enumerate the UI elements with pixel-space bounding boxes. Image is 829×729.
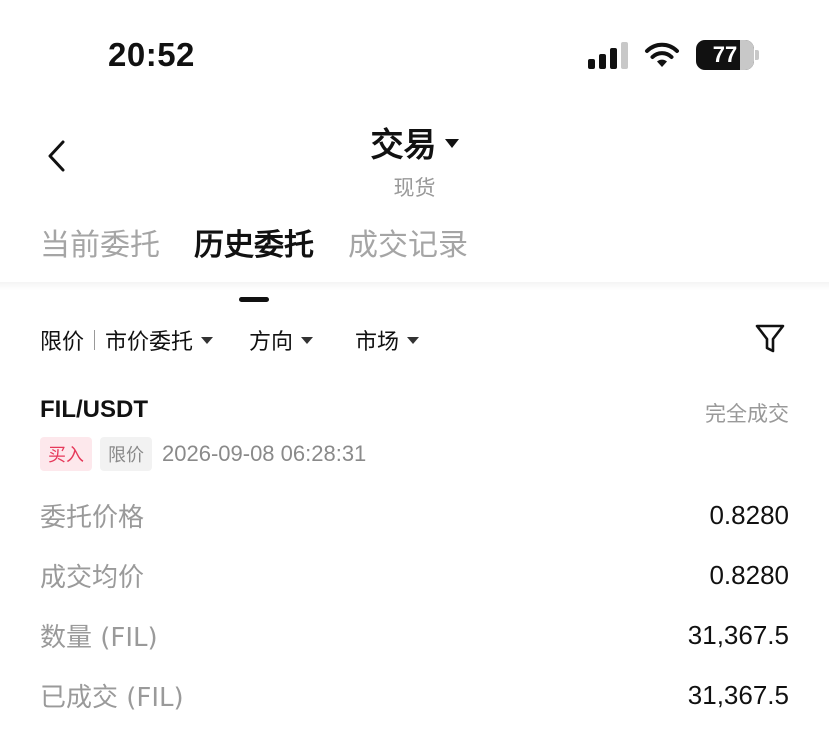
order-type-badge: 限价 — [100, 437, 152, 471]
order-pair[interactable]: FIL/USDT — [40, 396, 148, 424]
filter-divider — [94, 330, 96, 350]
detail-row-order-price: 委托价格 0.8280 — [40, 497, 789, 534]
caret-down-icon — [301, 336, 314, 344]
filter-funnel-icon[interactable] — [753, 322, 787, 356]
caret-down-icon — [407, 336, 420, 344]
tab-current-orders[interactable]: 当前委托 — [40, 220, 160, 264]
detail-row-filled: 已成交 (FIL) 31,367.5 — [40, 677, 789, 714]
filter-direction-label: 方向 — [249, 330, 294, 355]
detail-value: 0.8280 — [709, 500, 789, 530]
wifi-icon — [645, 42, 679, 67]
filter-bar: 限价 市价委托 方向 市场 — [40, 324, 420, 356]
order-status: 完全成交 — [705, 402, 789, 426]
caret-down-icon — [201, 336, 214, 344]
page-header: 交易 现货 — [0, 118, 829, 202]
status-time: 20:52 — [108, 36, 195, 73]
tab-trade-history[interactable]: 成交记录 — [348, 220, 468, 264]
detail-label: 成交均价 — [40, 563, 145, 593]
detail-row-avg-price: 成交均价 0.8280 — [40, 557, 789, 594]
detail-value: 31,367.5 — [687, 620, 789, 650]
cellular-signal-icon — [588, 41, 628, 69]
tabs-divider — [0, 282, 829, 290]
page-subtitle: 现货 — [393, 176, 436, 200]
detail-label: 已成交 (FIL) — [40, 683, 184, 713]
battery-level: 77 — [712, 42, 738, 67]
detail-label: 数量 (FIL) — [40, 623, 158, 653]
filter-market-order-label: 市价委托 — [105, 330, 194, 355]
order-tabs: 当前委托 历史委托 成交记录 — [40, 220, 468, 264]
order-tags: 买入 限价 2026-09-08 06:28:31 — [40, 437, 366, 471]
status-icons: 77 — [588, 40, 759, 70]
detail-value: 31,367.5 — [687, 680, 789, 710]
order-timestamp: 2026-09-08 06:28:31 — [162, 441, 367, 466]
battery-icon: 77 — [696, 40, 754, 70]
detail-value: 0.8280 — [709, 560, 789, 590]
detail-row-quantity: 数量 (FIL) 31,367.5 — [40, 617, 789, 654]
side-badge: 买入 — [40, 437, 92, 471]
detail-label: 委托价格 — [40, 503, 145, 533]
page-title: 交易 — [370, 125, 437, 164]
filter-market-label: 市场 — [355, 330, 400, 355]
filter-limit[interactable]: 限价 — [40, 324, 84, 356]
caret-down-icon — [444, 138, 459, 148]
trade-type-dropdown[interactable]: 交易 — [371, 118, 459, 166]
tab-order-history[interactable]: 历史委托 — [194, 220, 314, 264]
filter-market[interactable]: 市场 — [355, 324, 420, 356]
filter-direction[interactable]: 方向 — [249, 324, 314, 356]
filter-market-order[interactable]: 市价委托 — [105, 324, 214, 356]
